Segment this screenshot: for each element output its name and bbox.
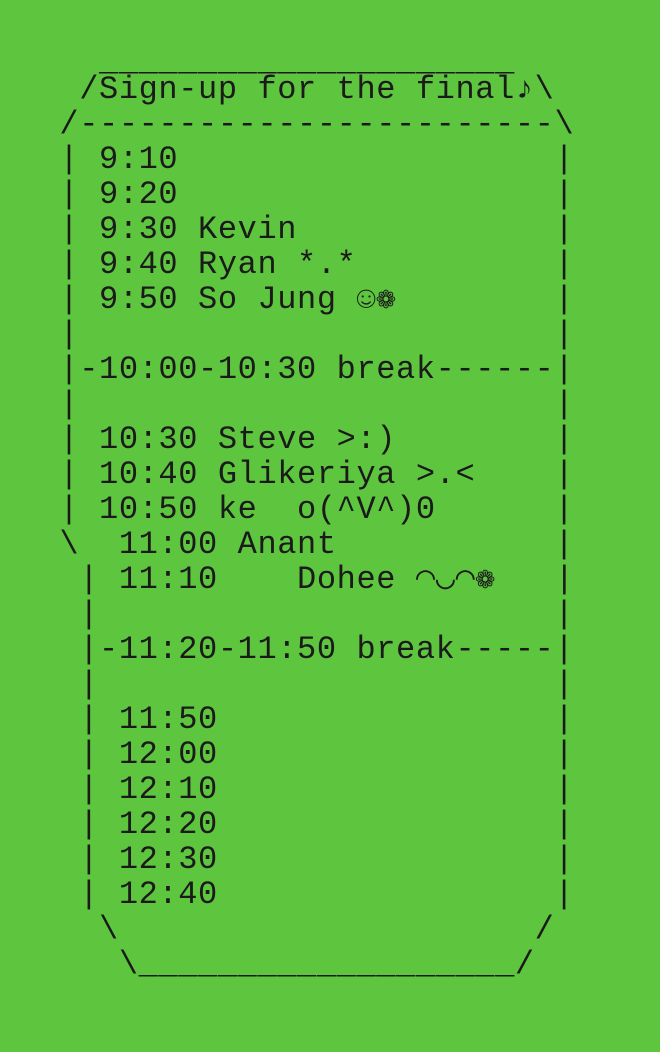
break-1000-1030: |-10:00-10:30 break------| [0, 351, 575, 388]
title-line: /Sign-up for the final♪\ [0, 71, 555, 108]
slot-1240: | 12:40 | [0, 876, 575, 913]
slot-0930: | 9:30 Kevin | [0, 211, 575, 248]
blank-line: | | [0, 596, 575, 633]
slot-1100: \ 11:00 Anant | [0, 526, 575, 563]
slot-1040: | 10:40 Glikeriya >.< | [0, 456, 575, 493]
break-1120-1150: |-11:20-11:50 break-----| [0, 631, 575, 668]
slot-1110: | 11:10 Dohee ◠◡◠❁ | [0, 561, 575, 598]
slot-1200: | 12:00 | [0, 736, 575, 773]
slot-1150: | 11:50 | [0, 701, 575, 738]
slot-1210: | 12:10 | [0, 771, 575, 808]
header-divider: /------------------------\ [0, 106, 575, 143]
slot-1230: | 12:30 | [0, 841, 575, 878]
blank-line: | | [0, 666, 575, 703]
ascii-signup-sheet: _____________________ /Sign-up for the f… [0, 0, 660, 1052]
slot-1030: | 10:30 Steve >:) | [0, 421, 575, 458]
slot-0910: | 9:10 | [0, 141, 575, 178]
slot-0950: | 9:50 So Jung ☺❁ | [0, 281, 575, 318]
slot-1050: | 10:50 ke o(^V^)0 | [0, 491, 575, 528]
bottom-border: \___________________/ [0, 946, 535, 983]
slot-0920: | 9:20 | [0, 176, 575, 213]
slot-0940: | 9:40 Ryan *.* | [0, 246, 575, 283]
blank-line: | | [0, 386, 575, 423]
blank-line: | | [0, 316, 575, 353]
bottom-taper: \ / [0, 911, 555, 948]
slot-1220: | 12:20 | [0, 806, 575, 843]
